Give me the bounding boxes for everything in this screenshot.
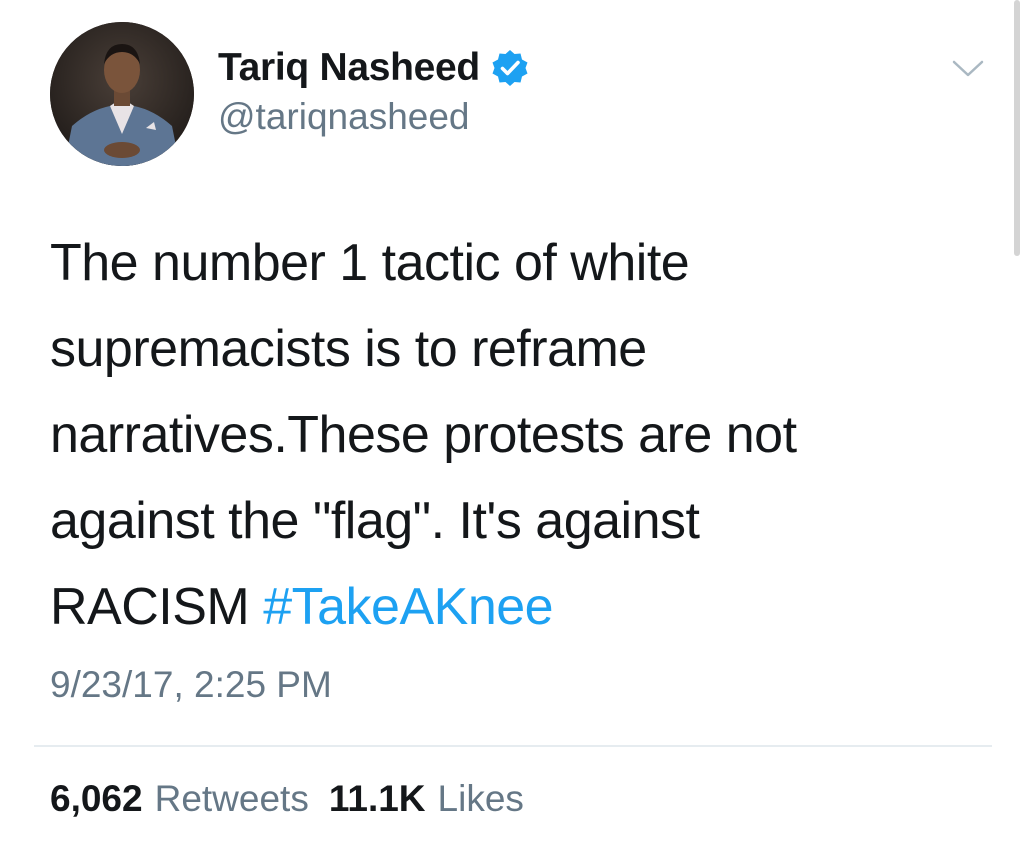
tweet-text-line: supremacists is to reframe <box>50 320 647 378</box>
tweet-text-line: The number 1 tactic of white <box>50 234 690 292</box>
tweet-text-line: against the "flag". It's against <box>50 492 700 550</box>
likes-count: 11.1K <box>328 778 426 819</box>
tweet-text: The number 1 tactic of white supremacist… <box>50 220 950 650</box>
author-handle[interactable]: @tariqnasheed <box>218 96 470 138</box>
chevron-down-icon[interactable] <box>950 56 986 80</box>
tweet-stats: 6,062 Retweets 11.1K Likes <box>50 778 524 820</box>
author-name[interactable]: Tariq Nasheed <box>218 46 480 90</box>
divider <box>34 745 992 747</box>
tweet-text-line: narratives.These protests are not <box>50 406 797 464</box>
tweet-text-last-line: RACISM #TakeAKnee <box>50 564 950 650</box>
avatar[interactable] <box>50 22 194 166</box>
tweet-card: Tariq Nasheed @tariqnasheed The number 1… <box>0 0 1024 849</box>
verified-badge-icon <box>490 48 530 88</box>
likes-stat[interactable]: 11.1K Likes <box>329 778 524 820</box>
likes-label: Likes <box>437 778 524 819</box>
scrollbar[interactable] <box>1014 0 1020 256</box>
retweets-label: Retweets <box>154 778 309 819</box>
retweets-count: 6,062 <box>50 778 143 819</box>
avatar-image <box>50 22 194 166</box>
hashtag-link[interactable]: #TakeAKnee <box>263 578 553 636</box>
tweet-text-segment: RACISM <box>50 578 264 636</box>
retweets-stat[interactable]: 6,062 Retweets <box>50 778 309 820</box>
author-name-row: Tariq Nasheed <box>218 42 530 94</box>
tweet-timestamp[interactable]: 9/23/17, 2:25 PM <box>50 664 332 706</box>
